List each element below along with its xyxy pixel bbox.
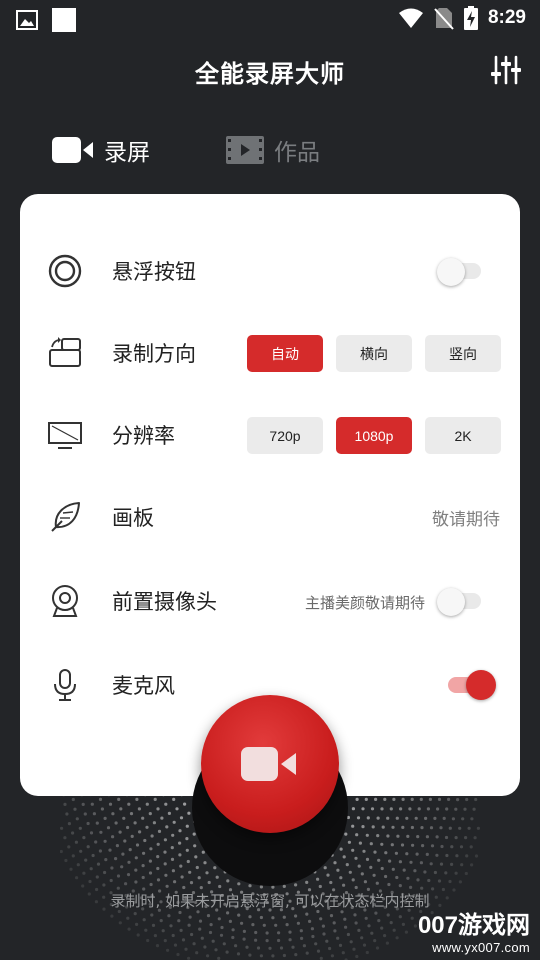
microphone-toggle[interactable] — [444, 670, 496, 700]
status-bar: 8:29 — [0, 0, 540, 40]
rotate-screen-icon — [49, 337, 81, 367]
setting-floating-button: 悬浮按钮 — [20, 240, 520, 300]
resolution-1080p-button[interactable]: 1080p — [336, 417, 412, 454]
tab-works[interactable]: 作品 — [226, 130, 320, 170]
setting-front-camera: 前置摄像头 主播美颜敬请期待 — [20, 570, 520, 630]
setting-canvas: 画板 敬请期待 — [20, 486, 520, 546]
orientation-auto-button[interactable]: 自动 — [247, 335, 323, 372]
tab-works-label: 作品 — [274, 140, 320, 166]
start-recording-button[interactable] — [201, 695, 339, 833]
canvas-coming-soon-text: 敬请期待 — [432, 510, 500, 530]
resolution-label: 分辨率 — [112, 424, 175, 448]
feather-icon — [51, 502, 80, 532]
resolution-720p-button[interactable]: 720p — [247, 417, 323, 454]
canvas-label: 画板 — [112, 506, 154, 530]
app-notification-icon — [52, 8, 76, 32]
no-sim-icon — [434, 8, 454, 30]
orientation-landscape-button[interactable]: 横向 — [336, 335, 412, 372]
floating-button-toggle[interactable] — [437, 258, 485, 286]
front-camera-coming-soon-text: 主播美颜敬请期待 — [304, 594, 425, 612]
image-notification-icon — [16, 10, 38, 30]
microphone-label: 麦克风 — [112, 674, 175, 698]
tab-record[interactable]: 录屏 — [52, 130, 150, 170]
setting-resolution: 分辨率 720p 1080p 2K — [20, 404, 520, 464]
front-camera-label: 前置摄像头 — [112, 590, 217, 614]
wifi-icon — [398, 8, 423, 28]
settings-sliders-icon[interactable] — [490, 54, 522, 86]
watermark-url: www.yx007.com — [432, 940, 530, 955]
front-camera-toggle[interactable] — [437, 588, 485, 616]
film-strip-icon — [226, 136, 264, 164]
floating-ball-icon — [48, 254, 82, 288]
watermark-brand: 007游戏网 — [417, 912, 530, 939]
orientation-portrait-button[interactable]: 竖向 — [425, 335, 501, 372]
clock: 8:29 — [487, 7, 526, 28]
resolution-2k-button[interactable]: 2K — [425, 417, 501, 454]
video-camera-icon — [52, 137, 93, 163]
microphone-icon — [54, 669, 76, 701]
setting-orientation: 录制方向 自动 横向 竖向 — [20, 322, 520, 382]
record-video-icon — [241, 747, 296, 781]
site-watermark: 007游戏网 www.yx007.com — [400, 905, 530, 955]
monitor-icon — [48, 422, 82, 449]
floating-button-label: 悬浮按钮 — [112, 260, 196, 284]
app-title: 全能录屏大师 — [195, 60, 345, 88]
tab-record-label: 录屏 — [104, 140, 150, 166]
battery-charging-icon — [463, 6, 478, 30]
orientation-label: 录制方向 — [112, 342, 196, 366]
webcam-icon — [52, 585, 78, 617]
